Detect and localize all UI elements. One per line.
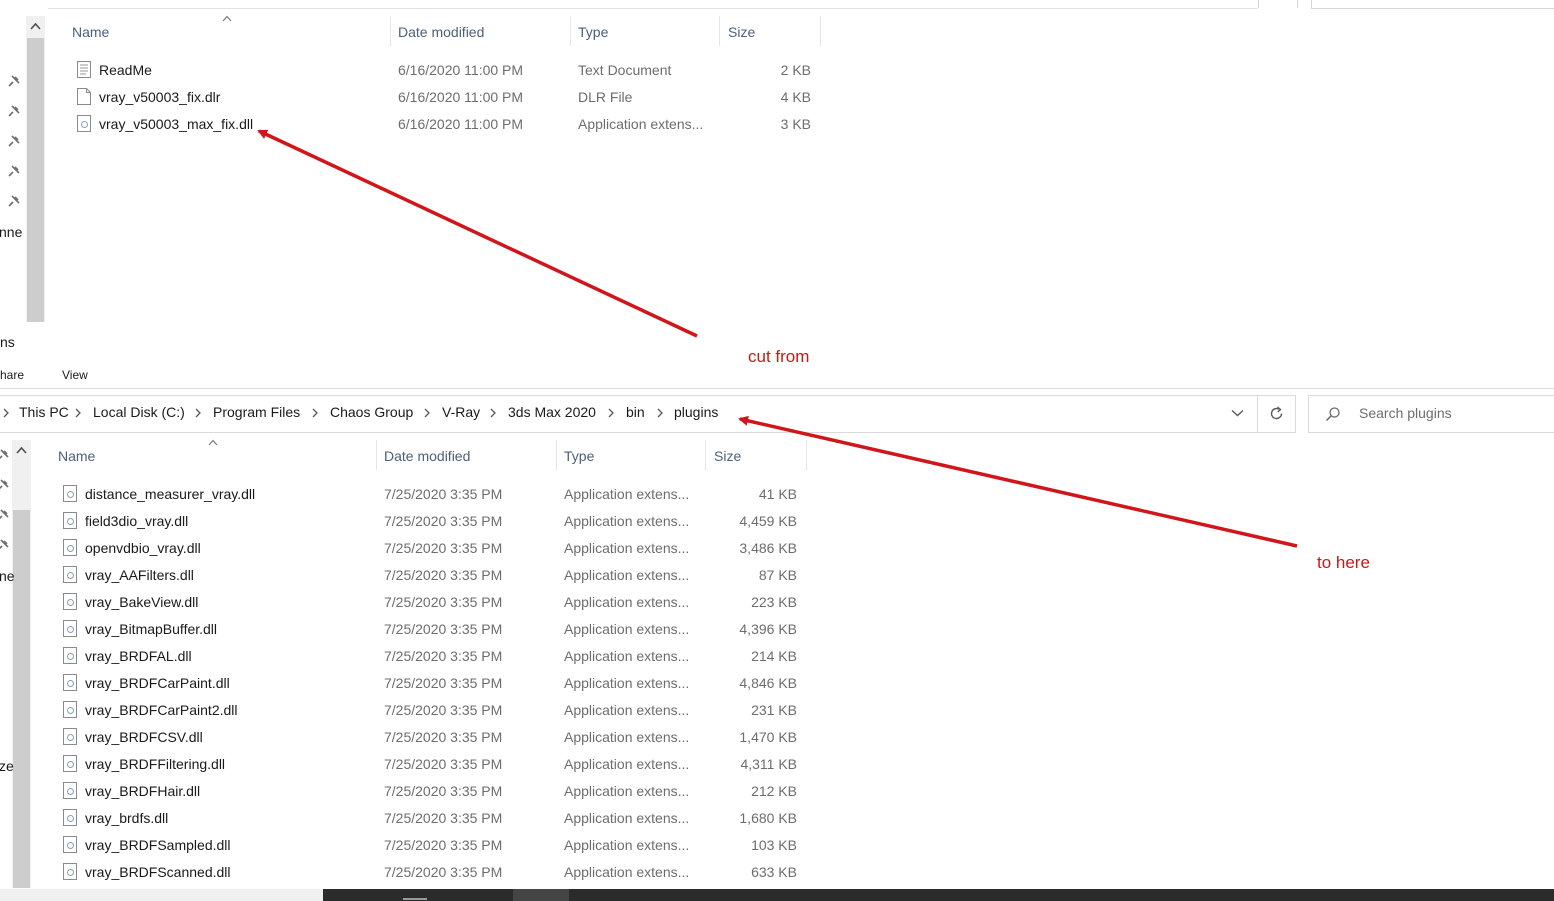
annotation-arrow-paste xyxy=(738,415,1298,548)
annotation-overlay xyxy=(257,129,1298,548)
annotation-arrow-cut xyxy=(257,129,698,338)
annotation-to-here: to here xyxy=(1317,553,1370,572)
annotation-cut-from: cut from xyxy=(748,347,810,366)
